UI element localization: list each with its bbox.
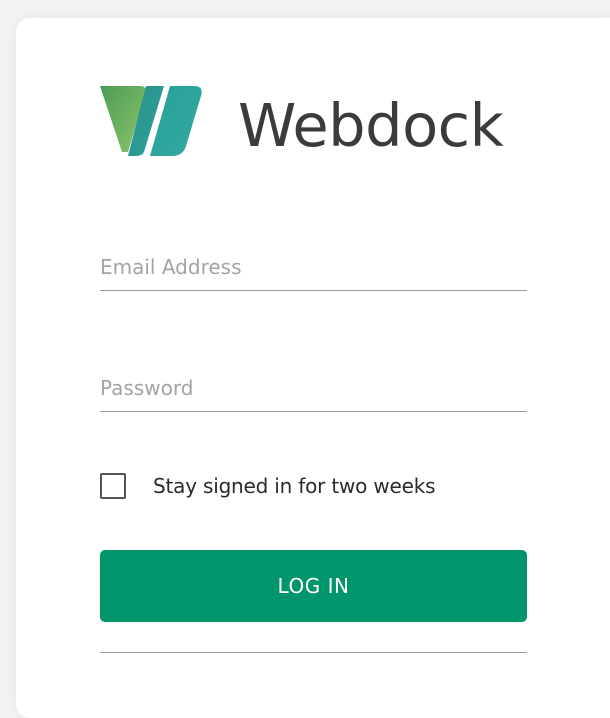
password-input[interactable] — [100, 371, 527, 405]
email-input[interactable] — [100, 250, 527, 284]
remember-checkbox[interactable] — [100, 473, 126, 499]
brand-name: Webdock — [238, 91, 504, 160]
webdock-logo-icon — [100, 86, 202, 156]
divider — [100, 652, 527, 653]
email-field — [100, 234, 527, 291]
remember-me[interactable]: Stay signed in for two weeks — [100, 472, 436, 500]
brand-logo: Webdock — [100, 84, 530, 174]
remember-label: Stay signed in for two weeks — [153, 474, 436, 498]
login-button[interactable]: LOG IN — [100, 550, 527, 622]
password-field — [100, 355, 527, 412]
login-card: Webdock Stay signed in for two weeks LOG… — [16, 18, 610, 718]
